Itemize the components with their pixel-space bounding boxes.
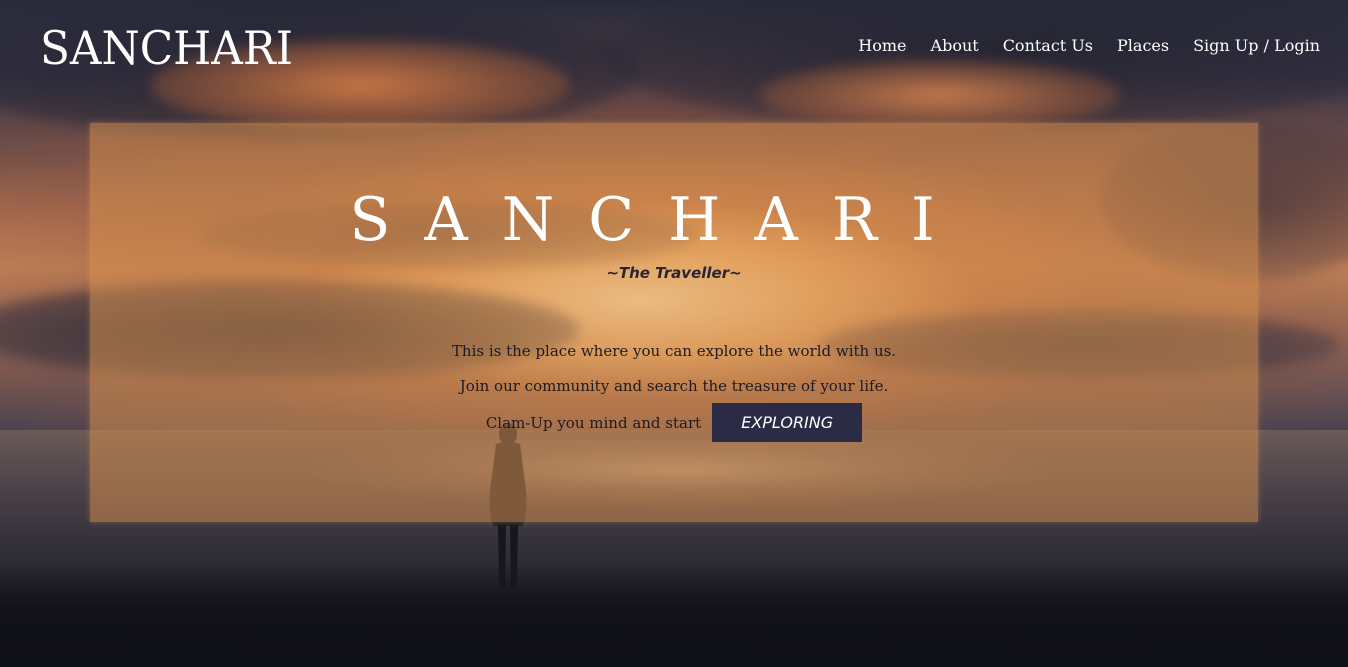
nav-signup-login-link[interactable]: Sign Up / Login [1193,36,1320,55]
hero-title: SANCHARI [349,185,969,255]
exploring-button[interactable]: EXPLORING [712,403,863,442]
main-nav: Home About Contact Us Places Sign Up / L… [858,36,1320,55]
nav-places-link[interactable]: Places [1117,36,1169,55]
nav-home-link[interactable]: Home [858,36,906,55]
hero-line-3: Clam-Up you mind and start [485,413,702,432]
hero-cta-row: Clam-Up you mind and start EXPLORING [0,403,1348,442]
nav-about-link[interactable]: About [931,36,979,55]
nav-contact-link[interactable]: Contact Us [1003,36,1093,55]
site-logo[interactable]: SANCHARI [40,20,293,76]
hero-line-1: This is the place where you can explore … [451,342,897,360]
hero-subtitle: ~The Traveller~ [606,264,742,282]
shore [0,560,1348,667]
hero-line-2: Join our community and search the treasu… [459,377,889,395]
navbar: SANCHARI Home About Contact Us Places Si… [0,0,1348,100]
